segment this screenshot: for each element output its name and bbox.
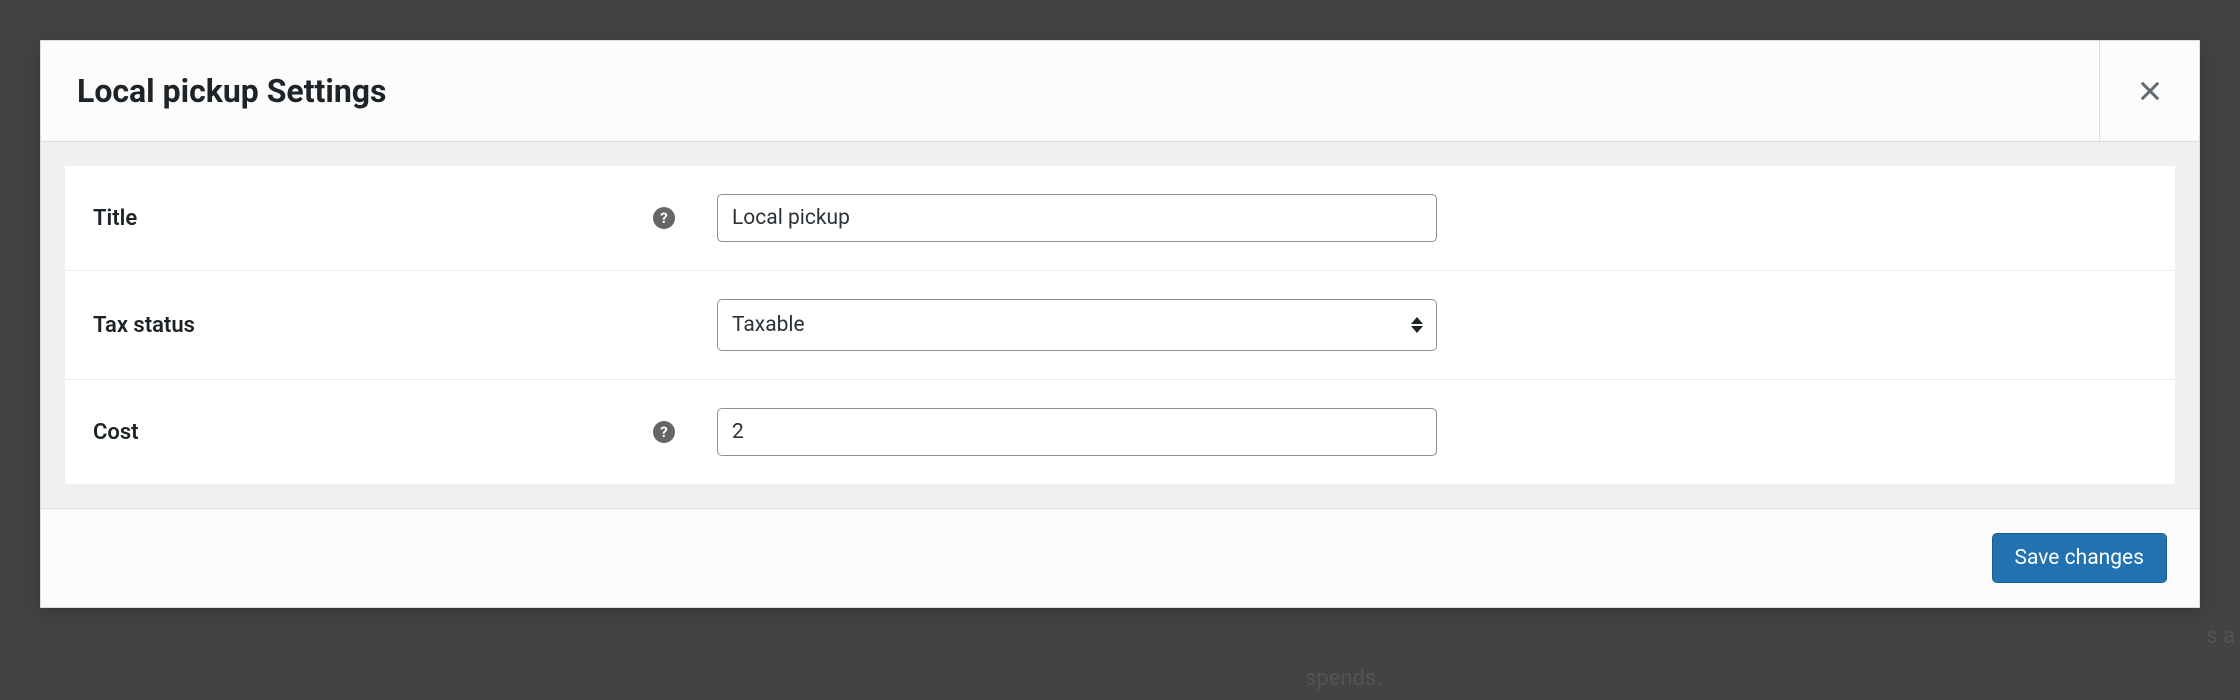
background-text: spends. [1305, 666, 1382, 691]
title-row: Title ? [65, 166, 2175, 271]
title-input[interactable] [717, 194, 1437, 242]
cost-label: Cost [93, 420, 139, 445]
tax-status-row: Tax status Taxable [65, 271, 2175, 380]
close-icon [2136, 77, 2164, 105]
help-icon[interactable]: ? [653, 421, 675, 443]
tax-status-label: Tax status [93, 313, 195, 338]
title-label: Title [93, 206, 137, 231]
close-button[interactable] [2099, 41, 2199, 141]
modal-title: Local pickup Settings [41, 44, 422, 138]
modal-footer: Save changes [41, 508, 2199, 607]
settings-form: Title ? Tax status Taxable [65, 166, 2175, 484]
cost-row: Cost ? [65, 380, 2175, 485]
modal-body: Title ? Tax status Taxable [41, 142, 2199, 508]
tax-status-select[interactable]: Taxable [717, 299, 1437, 351]
cost-input[interactable] [717, 408, 1437, 456]
background-text: s a [2206, 624, 2235, 649]
save-changes-button[interactable]: Save changes [1992, 533, 2167, 583]
settings-modal: Local pickup Settings Title ? Tax statu [40, 40, 2200, 608]
help-icon[interactable]: ? [653, 207, 675, 229]
modal-header: Local pickup Settings [41, 41, 2199, 142]
